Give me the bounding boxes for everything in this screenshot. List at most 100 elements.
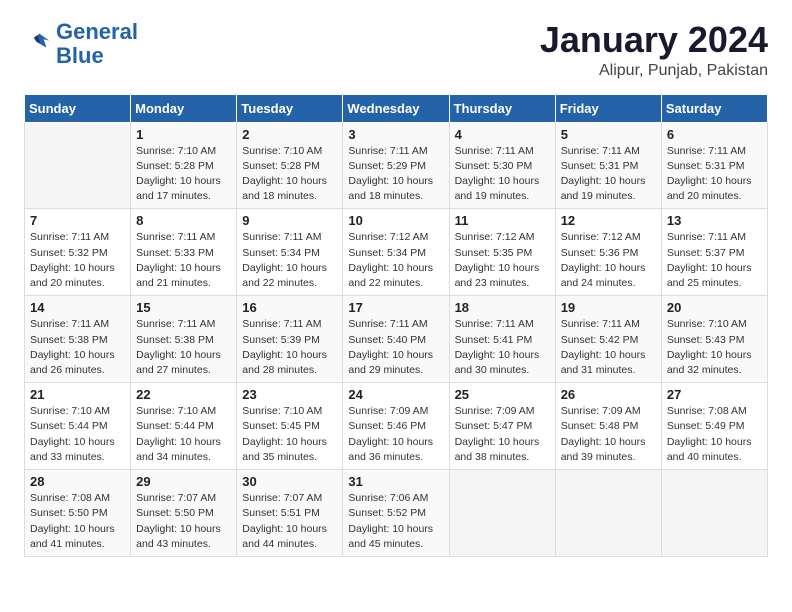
calendar-day-cell: 25Sunrise: 7:09 AMSunset: 5:47 PMDayligh… — [449, 383, 555, 470]
day-info: Sunrise: 7:10 AMSunset: 5:28 PMDaylight:… — [242, 144, 337, 205]
weekday-header-cell: Monday — [131, 94, 237, 122]
calendar-subtitle: Alipur, Punjab, Pakistan — [540, 62, 768, 80]
calendar-day-cell: 20 Sunrise: 7:10 AMSunset: 5:43 PMDayligh… — [661, 296, 767, 383]
weekday-header-cell: Saturday — [661, 94, 767, 122]
weekday-header-cell: Friday — [555, 94, 661, 122]
weekday-header-row: SundayMondayTuesdayWednesdayThursdayFrid… — [25, 94, 768, 122]
title-block: January 2024 Alipur, Punjab, Pakistan — [540, 20, 768, 80]
day-info: Sunrise: 7:11 AMSunset: 5:39 PMDaylight:… — [242, 317, 337, 378]
calendar-day-cell: 23Sunrise: 7:10 AMSunset: 5:45 PMDayligh… — [237, 383, 343, 470]
day-number: 29 — [136, 474, 231, 489]
day-info: Sunrise: 7:11 AMSunset: 5:31 PMDaylight:… — [667, 144, 762, 205]
day-number: 30 — [242, 474, 337, 489]
calendar-day-cell: 2Sunrise: 7:10 AMSunset: 5:28 PMDaylight… — [237, 122, 343, 209]
logo-text: General Blue — [56, 20, 138, 68]
calendar-day-cell: 15Sunrise: 7:11 AMSunset: 5:38 PMDayligh… — [131, 296, 237, 383]
day-info: Sunrise: 7:11 AMSunset: 5:33 PMDaylight:… — [136, 230, 231, 291]
day-info: Sunrise: 7:10 AMSunset: 5:28 PMDaylight:… — [136, 144, 231, 205]
calendar-day-cell — [25, 122, 131, 209]
day-number: 6 — [667, 127, 762, 142]
calendar-day-cell: 4 Sunrise: 7:11 AMSunset: 5:30 PMDaylight… — [449, 122, 555, 209]
day-number: 5 — [561, 127, 656, 142]
calendar-day-cell: 27 Sunrise: 7:08 AMSunset: 5:49 PMDayligh… — [661, 383, 767, 470]
calendar-week-row: 14Sunrise: 7:11 AMSunset: 5:38 PMDayligh… — [25, 296, 768, 383]
day-info: Sunrise: 7:10 AMSunset: 5:44 PMDaylight:… — [30, 404, 125, 465]
day-info: Sunrise: 7:07 AMSunset: 5:50 PMDaylight:… — [136, 491, 231, 552]
day-info: Sunrise: 7:11 AMSunset: 5:41 PMDaylight:… — [455, 317, 550, 378]
day-info: Sunrise: 7:12 AMSunset: 5:34 PMDaylight:… — [348, 230, 443, 291]
day-number: 19 — [561, 300, 656, 315]
day-number: 25 — [455, 387, 550, 402]
calendar-week-row: 21 Sunrise: 7:10 AMSunset: 5:44 PMDayligh… — [25, 383, 768, 470]
day-info: Sunrise: 7:12 AMSunset: 5:36 PMDaylight:… — [561, 230, 656, 291]
day-number: 3 — [348, 127, 443, 142]
day-number: 10 — [348, 213, 443, 228]
calendar-day-cell: 28 Sunrise: 7:08 AMSunset: 5:50 PMDayligh… — [25, 470, 131, 557]
calendar-week-row: 1 Sunrise: 7:10 AMSunset: 5:28 PMDaylight… — [25, 122, 768, 209]
day-number: 1 — [136, 127, 231, 142]
day-number: 9 — [242, 213, 337, 228]
day-info: Sunrise: 7:08 AMSunset: 5:49 PMDaylight:… — [667, 404, 762, 465]
day-info: Sunrise: 7:11 AMSunset: 5:32 PMDaylight:… — [30, 230, 125, 291]
day-info: Sunrise: 7:07 AMSunset: 5:51 PMDaylight:… — [242, 491, 337, 552]
calendar-day-cell: 16Sunrise: 7:11 AMSunset: 5:39 PMDayligh… — [237, 296, 343, 383]
calendar-day-cell: 18 Sunrise: 7:11 AMSunset: 5:41 PMDayligh… — [449, 296, 555, 383]
day-info: Sunrise: 7:10 AMSunset: 5:43 PMDaylight:… — [667, 317, 762, 378]
day-number: 4 — [455, 127, 550, 142]
calendar-day-cell: 7Sunrise: 7:11 AMSunset: 5:32 PMDaylight… — [25, 209, 131, 296]
day-number: 23 — [242, 387, 337, 402]
calendar-day-cell: 8 Sunrise: 7:11 AMSunset: 5:33 PMDaylight… — [131, 209, 237, 296]
day-info: Sunrise: 7:11 AMSunset: 5:40 PMDaylight:… — [348, 317, 443, 378]
calendar-day-cell: 3 Sunrise: 7:11 AMSunset: 5:29 PMDaylight… — [343, 122, 449, 209]
logo-bird-icon — [24, 28, 52, 56]
day-info: Sunrise: 7:11 AMSunset: 5:30 PMDaylight:… — [455, 144, 550, 205]
logo: General Blue — [24, 20, 138, 68]
day-info: Sunrise: 7:11 AMSunset: 5:38 PMDaylight:… — [30, 317, 125, 378]
calendar-day-cell: 14Sunrise: 7:11 AMSunset: 5:38 PMDayligh… — [25, 296, 131, 383]
day-info: Sunrise: 7:11 AMSunset: 5:38 PMDaylight:… — [136, 317, 231, 378]
calendar-week-row: 7Sunrise: 7:11 AMSunset: 5:32 PMDaylight… — [25, 209, 768, 296]
calendar-day-cell: 21 Sunrise: 7:10 AMSunset: 5:44 PMDayligh… — [25, 383, 131, 470]
calendar-day-cell — [555, 470, 661, 557]
day-number: 21 — [30, 387, 125, 402]
day-info: Sunrise: 7:08 AMSunset: 5:50 PMDaylight:… — [30, 491, 125, 552]
day-info: Sunrise: 7:10 AMSunset: 5:44 PMDaylight:… — [136, 404, 231, 465]
calendar-day-cell: 22 Sunrise: 7:10 AMSunset: 5:44 PMDayligh… — [131, 383, 237, 470]
calendar-table: SundayMondayTuesdayWednesdayThursdayFrid… — [24, 94, 768, 557]
day-number: 26 — [561, 387, 656, 402]
day-number: 31 — [348, 474, 443, 489]
day-number: 20 — [667, 300, 762, 315]
calendar-day-cell: 26 Sunrise: 7:09 AMSunset: 5:48 PMDayligh… — [555, 383, 661, 470]
day-number: 18 — [455, 300, 550, 315]
day-number: 11 — [455, 213, 550, 228]
calendar-body: 1 Sunrise: 7:10 AMSunset: 5:28 PMDaylight… — [25, 122, 768, 556]
day-info: Sunrise: 7:11 AMSunset: 5:29 PMDaylight:… — [348, 144, 443, 205]
calendar-day-cell: 24Sunrise: 7:09 AMSunset: 5:46 PMDayligh… — [343, 383, 449, 470]
calendar-day-cell: 11 Sunrise: 7:12 AMSunset: 5:35 PMDayligh… — [449, 209, 555, 296]
calendar-day-cell: 19 Sunrise: 7:11 AMSunset: 5:42 PMDayligh… — [555, 296, 661, 383]
calendar-title: January 2024 — [540, 20, 768, 60]
day-info: Sunrise: 7:11 AMSunset: 5:42 PMDaylight:… — [561, 317, 656, 378]
day-number: 27 — [667, 387, 762, 402]
day-number: 28 — [30, 474, 125, 489]
calendar-day-cell: 31 Sunrise: 7:06 AMSunset: 5:52 PMDayligh… — [343, 470, 449, 557]
day-info: Sunrise: 7:06 AMSunset: 5:52 PMDaylight:… — [348, 491, 443, 552]
calendar-day-cell: 1 Sunrise: 7:10 AMSunset: 5:28 PMDaylight… — [131, 122, 237, 209]
day-number: 12 — [561, 213, 656, 228]
calendar-day-cell: 10 Sunrise: 7:12 AMSunset: 5:34 PMDayligh… — [343, 209, 449, 296]
page-header: General Blue January 2024 Alipur, Punjab… — [24, 20, 768, 80]
day-info: Sunrise: 7:09 AMSunset: 5:48 PMDaylight:… — [561, 404, 656, 465]
day-info: Sunrise: 7:12 AMSunset: 5:35 PMDaylight:… — [455, 230, 550, 291]
calendar-day-cell: 13Sunrise: 7:11 AMSunset: 5:37 PMDayligh… — [661, 209, 767, 296]
day-number: 17 — [348, 300, 443, 315]
day-info: Sunrise: 7:11 AMSunset: 5:37 PMDaylight:… — [667, 230, 762, 291]
calendar-day-cell: 17 Sunrise: 7:11 AMSunset: 5:40 PMDayligh… — [343, 296, 449, 383]
day-number: 8 — [136, 213, 231, 228]
day-number: 22 — [136, 387, 231, 402]
calendar-day-cell: 6 Sunrise: 7:11 AMSunset: 5:31 PMDaylight… — [661, 122, 767, 209]
weekday-header-cell: Wednesday — [343, 94, 449, 122]
weekday-header-cell: Thursday — [449, 94, 555, 122]
day-info: Sunrise: 7:09 AMSunset: 5:46 PMDaylight:… — [348, 404, 443, 465]
calendar-day-cell: 12 Sunrise: 7:12 AMSunset: 5:36 PMDayligh… — [555, 209, 661, 296]
calendar-day-cell — [449, 470, 555, 557]
